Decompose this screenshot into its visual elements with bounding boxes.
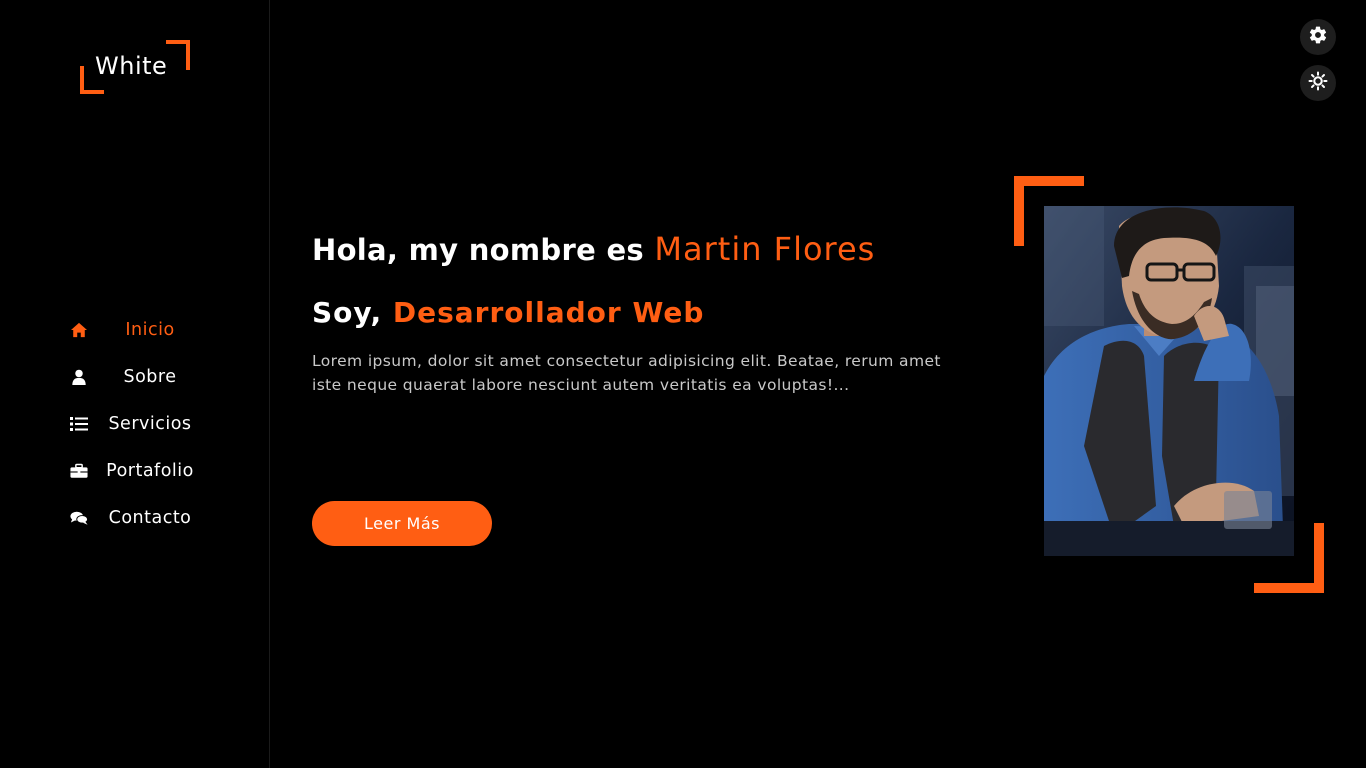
read-more-button[interactable]: Leer Más (312, 501, 492, 546)
settings-button[interactable] (1300, 19, 1336, 55)
hero-subtitle: Soy, Desarrollador Web (312, 296, 972, 329)
role-text: Desarrollador Web (392, 296, 705, 329)
home-icon (68, 321, 90, 339)
sidebar-nav: Inicio Sobre Servicios Portafolio Contac… (0, 306, 270, 541)
sidebar-item-label: Portafolio (106, 460, 194, 481)
person-name: Martin Flores (654, 230, 876, 268)
comments-icon (68, 509, 90, 527)
hero-title: Hola, my nombre es Martin Flores (312, 230, 972, 268)
sidebar-item-label: Inicio (125, 319, 175, 340)
logo-text: White (95, 52, 168, 80)
sidebar-item-label: Contacto (108, 507, 192, 528)
sidebar-item-label: Servicios (108, 413, 192, 434)
hero-section: Hola, my nombre es Martin Flores Soy, De… (312, 230, 972, 397)
sidebar-item-servicios[interactable]: Servicios (0, 400, 270, 447)
theme-toggle-button[interactable] (1300, 65, 1336, 101)
page: White Inicio Sobre Servicios Portafolio … (0, 0, 1366, 768)
sidebar-item-label: Sobre (123, 366, 177, 387)
sun-icon (1308, 71, 1328, 95)
role-prefix: Soy, (312, 296, 383, 329)
hero-description: Lorem ipsum, dolor sit amet consectetur … (312, 352, 941, 394)
sidebar-item-contacto[interactable]: Contacto (0, 494, 270, 541)
sidebar-item-portafolio[interactable]: Portafolio (0, 447, 270, 494)
greeting-text: Hola, my nombre es (312, 233, 644, 267)
sidebar: White Inicio Sobre Servicios Portafolio … (0, 0, 270, 768)
logo[interactable]: White (80, 40, 190, 94)
gear-icon (1308, 25, 1328, 49)
logo-corner-top-right (166, 40, 190, 70)
list-icon (68, 415, 90, 433)
briefcase-icon (68, 462, 90, 480)
sidebar-item-inicio[interactable]: Inicio (0, 306, 270, 353)
profile-photo (1044, 206, 1294, 556)
sidebar-item-sobre[interactable]: Sobre (0, 353, 270, 400)
user-icon (68, 368, 90, 386)
